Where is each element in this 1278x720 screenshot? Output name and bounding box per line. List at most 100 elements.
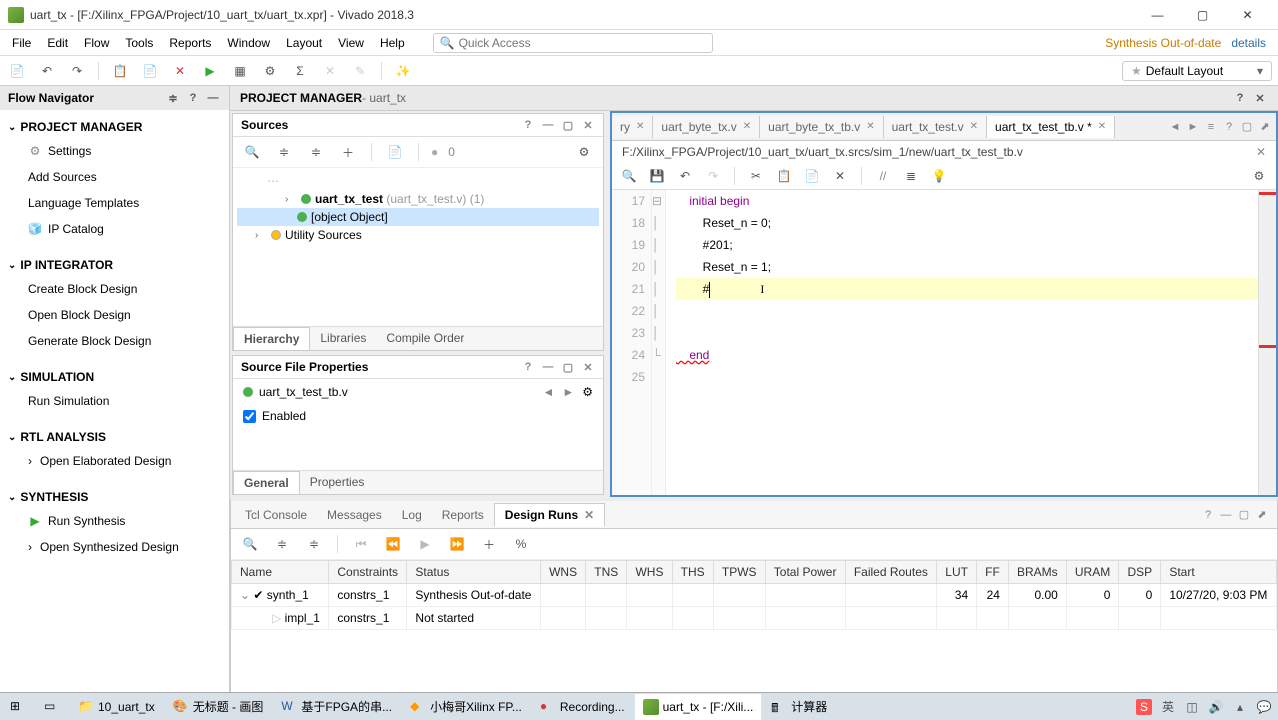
- save-icon[interactable]: 💾: [648, 167, 666, 185]
- add-icon[interactable]: ＋: [337, 141, 359, 163]
- prev-button[interactable]: ◄: [542, 385, 554, 399]
- nav-run-synthesis[interactable]: ▶Run Synthesis: [0, 508, 229, 534]
- nav-ip-catalog[interactable]: 🧊IP Catalog: [0, 216, 229, 242]
- code-content[interactable]: initial begin Reset_n = 0; #201; Reset_n…: [666, 190, 1258, 495]
- search-icon[interactable]: 🔍: [241, 141, 263, 163]
- editor-tab-ry[interactable]: ry✕: [612, 116, 653, 138]
- menu-file[interactable]: File: [4, 32, 39, 54]
- edit-icon[interactable]: ✎: [349, 60, 371, 82]
- tab-properties[interactable]: Properties: [300, 471, 375, 494]
- nav-language-templates[interactable]: Language Templates: [0, 190, 229, 216]
- quick-access-search[interactable]: 🔍: [433, 33, 713, 53]
- sigma-button[interactable]: Σ: [289, 60, 311, 82]
- comment-icon[interactable]: //: [874, 167, 892, 185]
- sources-maximize[interactable]: ▢: [561, 118, 575, 132]
- close-icon[interactable]: ✕: [743, 121, 751, 132]
- nav-section-project-manager[interactable]: ⌄PROJECT MANAGER: [0, 116, 229, 138]
- nav-section-ip-integrator[interactable]: ⌄IP INTEGRATOR: [0, 254, 229, 276]
- bottom-min[interactable]: —: [1219, 508, 1233, 522]
- wand-button[interactable]: ✨: [392, 60, 414, 82]
- gear-icon[interactable]: ⚙: [582, 385, 593, 399]
- tab-hierarchy[interactable]: Hierarchy: [233, 327, 310, 350]
- tab-log[interactable]: Log: [392, 504, 432, 526]
- task-recording[interactable]: ●Recording...: [532, 694, 633, 720]
- nav-hide-button[interactable]: —: [205, 90, 221, 106]
- close-icon[interactable]: ✕: [1098, 121, 1106, 132]
- copy-icon[interactable]: 📋: [775, 167, 793, 185]
- close-icon[interactable]: ✕: [584, 508, 594, 522]
- nav-collapse-button[interactable]: ≑: [165, 90, 181, 106]
- next-icon[interactable]: ⏩: [446, 533, 468, 555]
- nav-settings[interactable]: ⚙Settings: [0, 138, 229, 164]
- quick-access-input[interactable]: [459, 36, 706, 50]
- collapse-icon[interactable]: ≑: [273, 141, 295, 163]
- task-explorer[interactable]: 📁10_uart_tx: [70, 694, 163, 720]
- menu-view[interactable]: View: [330, 32, 372, 54]
- tab-tcl[interactable]: Tcl Console: [235, 504, 317, 526]
- col-tns[interactable]: TNS: [586, 561, 627, 584]
- pm-close-button[interactable]: ✕: [1252, 90, 1268, 106]
- tree-item-utility[interactable]: › Utility Sources: [237, 226, 599, 244]
- close-icon[interactable]: ✕: [636, 121, 644, 132]
- gear-icon[interactable]: ⚙: [573, 141, 595, 163]
- nav-open-block[interactable]: Open Block Design: [0, 302, 229, 328]
- table-row[interactable]: ▷ impl_1 constrs_1 Not started: [232, 607, 1277, 630]
- gear-icon[interactable]: ⚙: [1250, 167, 1268, 185]
- add-icon[interactable]: ＋: [478, 533, 500, 555]
- file-icon[interactable]: 📄: [384, 141, 406, 163]
- chevron-right-icon[interactable]: ›: [255, 230, 267, 241]
- percent-icon[interactable]: %: [510, 533, 532, 555]
- tab-reports[interactable]: Reports: [432, 504, 494, 526]
- sfp-close[interactable]: ✕: [581, 360, 595, 374]
- col-tp[interactable]: Total Power: [765, 561, 845, 584]
- sfp-minimize[interactable]: —: [541, 360, 555, 374]
- details-link[interactable]: details: [1231, 36, 1266, 50]
- sources-close[interactable]: ✕: [581, 118, 595, 132]
- sfp-maximize[interactable]: ▢: [561, 360, 575, 374]
- tree-item-uart-tx-test[interactable]: › uart_tx_test (uart_tx_test.v) (1): [237, 190, 599, 208]
- tabs-prev[interactable]: ◄: [1168, 120, 1182, 134]
- nav-section-rtl[interactable]: ⌄RTL ANALYSIS: [0, 426, 229, 448]
- bottom-max[interactable]: ▢: [1237, 508, 1251, 522]
- col-tpws[interactable]: TPWS: [713, 561, 765, 584]
- design-runs-table[interactable]: Name Constraints Status WNS TNS WHS THS …: [231, 560, 1277, 692]
- tabs-list[interactable]: ≡: [1204, 120, 1218, 134]
- col-status[interactable]: Status: [407, 561, 541, 584]
- paste-icon[interactable]: 📄: [803, 167, 821, 185]
- col-wns[interactable]: WNS: [541, 561, 586, 584]
- sources-help[interactable]: ?: [521, 118, 535, 132]
- run-button[interactable]: ▶: [199, 60, 221, 82]
- tree-item-uart-tx-test-tb[interactable]: [object Object]: [237, 208, 599, 226]
- menu-help[interactable]: Help: [372, 32, 413, 54]
- expand-icon[interactable]: ≑: [305, 141, 327, 163]
- pm-help-button[interactable]: ?: [1232, 90, 1248, 106]
- bottom-help[interactable]: ?: [1201, 508, 1215, 522]
- enabled-checkbox[interactable]: Enabled: [233, 405, 603, 427]
- new-button[interactable]: 📄: [6, 60, 28, 82]
- start-button[interactable]: ⊞: [2, 694, 34, 720]
- delete-icon[interactable]: ✕: [831, 167, 849, 185]
- cancel-icon[interactable]: ✕: [169, 60, 191, 82]
- nav-help-button[interactable]: ?: [185, 90, 201, 106]
- action-center-icon[interactable]: 💬: [1256, 699, 1272, 715]
- maximize-button[interactable]: ▢: [1180, 1, 1225, 29]
- tabs-next[interactable]: ►: [1186, 120, 1200, 134]
- col-ff[interactable]: FF: [977, 561, 1009, 584]
- menu-flow[interactable]: Flow: [76, 32, 117, 54]
- editor-tab-byte-tx[interactable]: uart_byte_tx.v✕: [653, 116, 760, 138]
- lang-icon[interactable]: 英: [1160, 699, 1176, 715]
- sfp-help[interactable]: ?: [521, 360, 535, 374]
- editor-tab-tx-test-tb[interactable]: uart_tx_test_tb.v *✕: [987, 116, 1115, 138]
- close-icon[interactable]: ✕: [970, 121, 978, 132]
- network-icon[interactable]: ◫: [1184, 699, 1200, 715]
- tabs-float[interactable]: ⬈: [1258, 120, 1272, 134]
- col-constraints[interactable]: Constraints: [329, 561, 407, 584]
- play-icon[interactable]: ▶: [414, 533, 436, 555]
- menu-tools[interactable]: Tools: [117, 32, 161, 54]
- search-icon[interactable]: 🔍: [620, 167, 638, 185]
- task-calc[interactable]: 🖩计算器: [763, 694, 835, 720]
- cancel-icon[interactable]: ✕: [319, 60, 341, 82]
- paste-button[interactable]: 📄: [139, 60, 161, 82]
- nav-generate-block[interactable]: Generate Block Design: [0, 328, 229, 354]
- next-button[interactable]: ►: [562, 385, 574, 399]
